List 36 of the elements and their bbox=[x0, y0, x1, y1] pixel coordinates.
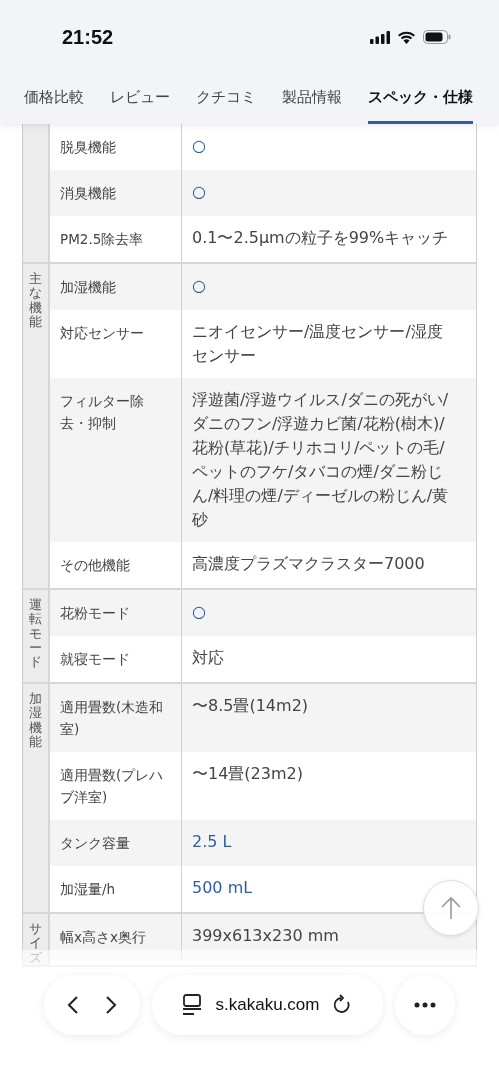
spec-value: ニオイセンサー/温度センサー/湿度センサー bbox=[191, 321, 444, 367]
clock: 21:52 bbox=[62, 25, 114, 49]
spec-value: 対応 bbox=[191, 647, 225, 669]
group-label: 運転モード bbox=[29, 598, 42, 670]
spec-value: 高濃度プラズマクラスター7000 bbox=[191, 553, 426, 575]
url-text: s.kakaku.com bbox=[215, 995, 320, 1015]
spec-value: 0.1〜2.5µmの粒子を99%キャッチ bbox=[191, 227, 450, 249]
supported-mark: ○ bbox=[191, 135, 207, 157]
supported-mark: ○ bbox=[191, 601, 207, 623]
page-layout-icon bbox=[181, 994, 202, 1016]
group-label: 加湿機能 bbox=[29, 692, 42, 750]
tab[interactable]: 価格比較 bbox=[24, 74, 84, 124]
more-icon bbox=[414, 1002, 436, 1008]
spec-value-link[interactable]: 500 mL bbox=[182, 866, 263, 912]
tab[interactable]: 製品情報 bbox=[282, 74, 342, 124]
supported-mark: ○ bbox=[191, 181, 207, 203]
tab[interactable]: クチコミ bbox=[196, 74, 256, 124]
supported-mark: ○ bbox=[191, 275, 207, 297]
spec-value: 浮遊菌/浮遊ウイルス/ダニの死がい/ダニのフン/浮遊カビ菌/花粉(樹木)/花粉(草花)/チリホコリ/ペットの毛/ペットのフケ/タバコの煙/ダニ粉じん/料理の煙/ディーゼルの粉じん/黄砂 bbox=[191, 389, 450, 531]
spec-label: その他機能 bbox=[50, 542, 182, 588]
spec-label: 加湿量/h bbox=[50, 866, 182, 912]
spec-value: 399x613x230 mm bbox=[191, 925, 340, 947]
chevron-right-icon bbox=[105, 995, 117, 1015]
spec-label: 就寝モード bbox=[50, 636, 182, 682]
chevron-left-icon bbox=[67, 995, 79, 1015]
spec-value: 〜8.5畳(14m2) bbox=[191, 695, 310, 717]
spec-value-link[interactable]: 2.5 L bbox=[182, 820, 242, 866]
wifi-icon bbox=[397, 30, 416, 44]
spec-label: PM2.5除去率 bbox=[50, 216, 182, 262]
battery-icon bbox=[423, 30, 451, 44]
group-label: 主な機能 bbox=[29, 272, 42, 330]
address-bar[interactable]: s.kakaku.com bbox=[152, 975, 383, 1035]
up-arrow-icon bbox=[440, 896, 462, 920]
spec-value: 〜14畳(23m2) bbox=[191, 763, 304, 785]
tab[interactable]: レビュー bbox=[110, 74, 170, 124]
signal-icon bbox=[370, 30, 390, 44]
